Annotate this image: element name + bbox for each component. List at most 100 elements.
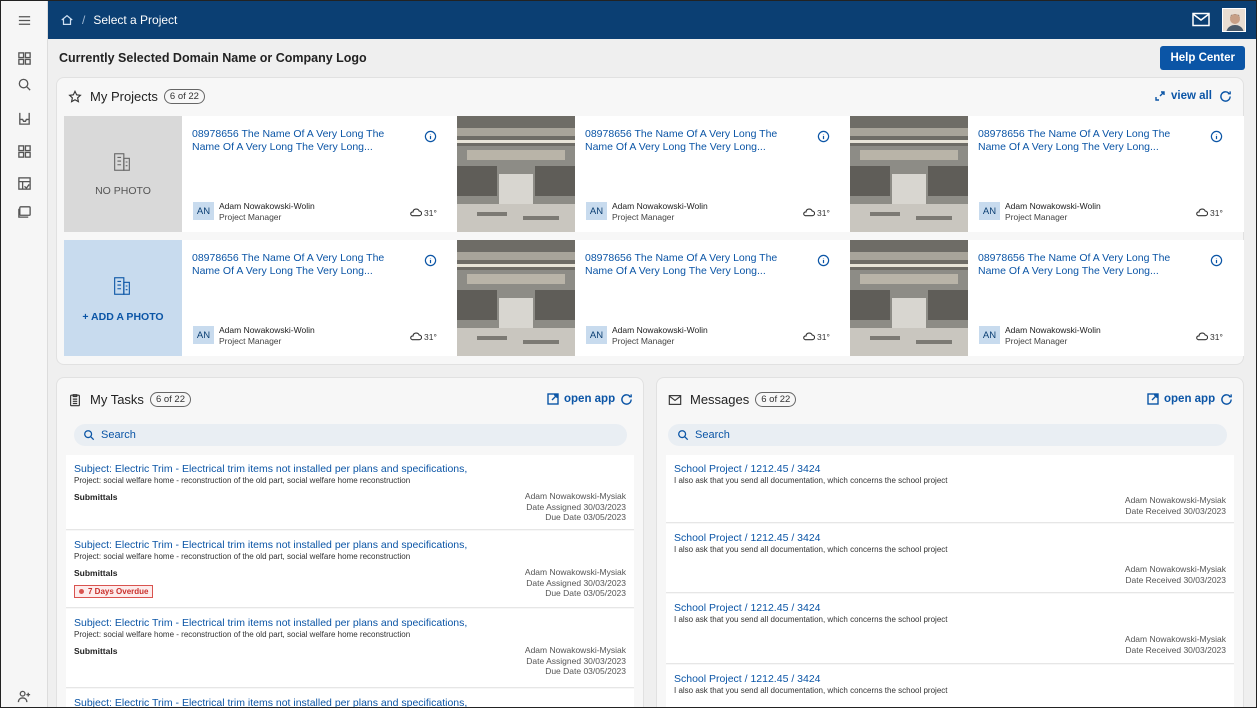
home-icon[interactable] [60, 13, 74, 27]
info-icon[interactable] [1210, 130, 1223, 148]
window-icon[interactable] [1, 199, 48, 223]
tasks-panel: My Tasks 6 of 22 open app Search Subject… [56, 377, 644, 707]
building-icon [111, 275, 133, 302]
info-icon[interactable] [424, 130, 437, 148]
menu-icon[interactable] [1, 8, 48, 32]
project-title-link[interactable]: 08978656 The Name Of A Very Long The Nam… [978, 252, 1196, 278]
message-sender: Adam Nowakowski-Mysiak [1124, 495, 1226, 505]
task-item[interactable]: Subject: Electric Trim - Electrical trim… [66, 609, 634, 688]
message-sender: Adam Nowakowski-Mysiak [1124, 634, 1226, 644]
tasks-title: My Tasks 6 of 22 [68, 392, 191, 407]
inbox-icon[interactable] [1, 106, 48, 130]
info-icon[interactable] [817, 254, 830, 272]
projects-refresh-icon[interactable] [1219, 90, 1232, 108]
project-photo [457, 240, 575, 356]
message-subject[interactable]: School Project / 1212.45 / 3424 [674, 532, 821, 544]
domain-header: Currently Selected Domain Name or Compan… [48, 39, 1256, 77]
tasks-search-input[interactable]: Search [74, 424, 627, 446]
info-icon[interactable] [1210, 254, 1223, 272]
view-all-label: view all [1171, 90, 1212, 102]
project-title-link[interactable]: 08978656 The Name Of A Very Long The Nam… [978, 128, 1196, 154]
add-photo-button[interactable]: + ADD A PHOTO [64, 240, 182, 356]
tasks-refresh-icon[interactable] [620, 393, 633, 411]
manager-name: Adam Nowakowski-Wolin [1005, 325, 1101, 335]
message-item[interactable]: School Project / 1212.45 / 3424 I also as… [666, 594, 1234, 664]
manager-role: Project Manager [219, 336, 282, 346]
project-title-link[interactable]: 08978656 The Name Of A Very Long The Nam… [192, 252, 410, 278]
manager-role: Project Manager [612, 336, 675, 346]
task-project: Project: social welfare home - reconstru… [74, 552, 411, 561]
project-card[interactable]: NO PHOTO 08978656 The Name Of A Very Long… [64, 116, 458, 232]
tasks-open-app-link[interactable]: open app [547, 393, 615, 405]
info-icon[interactable] [424, 254, 437, 272]
task-item[interactable]: Subject: Electric Trim - Electrical trim… [66, 531, 634, 608]
messages-title-label: Messages [690, 392, 750, 407]
task-assignee: Adam Nowakowski-Mysiak [524, 645, 626, 655]
manager-name: Adam Nowakowski-Wolin [612, 201, 708, 211]
task-subject[interactable]: Subject: Electric Trim - Electrical trim… [74, 539, 467, 551]
temperature: 31° [1210, 331, 1223, 342]
project-card[interactable]: 08978656 The Name Of A Very Long The Nam… [850, 240, 1244, 356]
overdue-dot-icon [79, 589, 84, 594]
external-link-icon [1147, 393, 1159, 405]
weather-indicator: 31° [1195, 330, 1223, 343]
add-user-icon[interactable] [1, 684, 48, 707]
tasks-title-label: My Tasks [90, 392, 144, 407]
task-subject[interactable]: Subject: Electric Trim - Electrical trim… [74, 617, 467, 629]
tasks-open-app-label: open app [564, 393, 616, 405]
message-date-received: Date Received 30/03/2023 [1125, 644, 1226, 655]
manager-avatar: AN [586, 326, 607, 344]
checklist-icon[interactable] [1, 171, 48, 195]
apps-icon[interactable] [1, 139, 48, 163]
message-item[interactable]: School Project / 1212.45 / 3424 I also as… [666, 455, 1234, 523]
project-card[interactable]: 08978656 The Name Of A Very Long The Nam… [850, 116, 1244, 232]
view-all-link[interactable]: view all [1154, 90, 1212, 102]
project-card[interactable]: 08978656 The Name Of A Very Long The Nam… [457, 240, 851, 356]
cloud-icon [409, 206, 424, 219]
task-item[interactable]: Subject: Electric Trim - Electrical trim… [66, 689, 634, 707]
project-title-link[interactable]: 08978656 The Name Of A Very Long The Nam… [585, 252, 803, 278]
task-subject[interactable]: Subject: Electric Trim - Electrical trim… [74, 463, 467, 475]
search-icon [84, 430, 95, 441]
task-meta: Adam Nowakowski-Mysiak Date Assigned 30/0… [525, 645, 626, 677]
task-date-assigned: Date Assigned 30/03/2023 [526, 501, 626, 512]
message-item[interactable]: School Project / 1212.45 / 3424 I also as… [666, 524, 1234, 593]
message-subject[interactable]: School Project / 1212.45 / 3424 [674, 602, 821, 614]
search-icon[interactable] [1, 72, 48, 96]
info-icon[interactable] [817, 130, 830, 148]
message-item[interactable]: School Project / 1212.45 / 3424 I also as… [666, 665, 1234, 707]
message-subject[interactable]: School Project / 1212.45 / 3424 [674, 463, 821, 475]
task-due-date: Due Date 03/05/2023 [545, 512, 626, 522]
project-title-link[interactable]: 08978656 The Name Of A Very Long The Nam… [192, 128, 410, 154]
manager-avatar: AN [979, 326, 1000, 344]
breadcrumb-current[interactable]: Select a Project [93, 13, 177, 27]
left-rail [1, 1, 48, 707]
manager-avatar: AN [979, 202, 1000, 220]
weather-indicator: 31° [409, 330, 437, 343]
dashboard-icon[interactable] [1, 46, 48, 70]
cloud-icon [802, 206, 817, 219]
temperature: 31° [817, 207, 830, 218]
message-subject[interactable]: School Project / 1212.45 / 3424 [674, 673, 821, 685]
projects-count-badge: 6 of 22 [163, 89, 205, 104]
task-subject[interactable]: Subject: Electric Trim - Electrical trim… [74, 697, 467, 707]
project-card[interactable]: + ADD A PHOTO 08978656 The Name Of A Very… [64, 240, 458, 356]
manager-avatar: AN [193, 202, 214, 220]
messages-count-badge: 6 of 22 [755, 392, 797, 407]
messages-open-app-link[interactable]: open app [1147, 393, 1215, 405]
project-title-link[interactable]: 08978656 The Name Of A Very Long The Nam… [585, 128, 803, 154]
cloud-icon [409, 330, 424, 343]
task-item[interactable]: Subject: Electric Trim - Electrical trim… [66, 455, 634, 530]
temperature: 31° [817, 331, 830, 342]
user-avatar[interactable] [1222, 8, 1246, 32]
mail-icon[interactable] [1192, 12, 1210, 32]
messages-refresh-icon[interactable] [1220, 393, 1233, 411]
task-assignee: Adam Nowakowski-Mysiak [524, 567, 626, 577]
search-icon [678, 430, 689, 441]
messages-search-input[interactable]: Search [668, 424, 1227, 446]
project-card[interactable]: 08978656 The Name Of A Very Long The Nam… [457, 116, 851, 232]
project-photo [457, 116, 575, 232]
temperature: 31° [1210, 207, 1223, 218]
help-center-button[interactable]: Help Center [1160, 46, 1245, 70]
task-type: Submittals [74, 568, 118, 578]
